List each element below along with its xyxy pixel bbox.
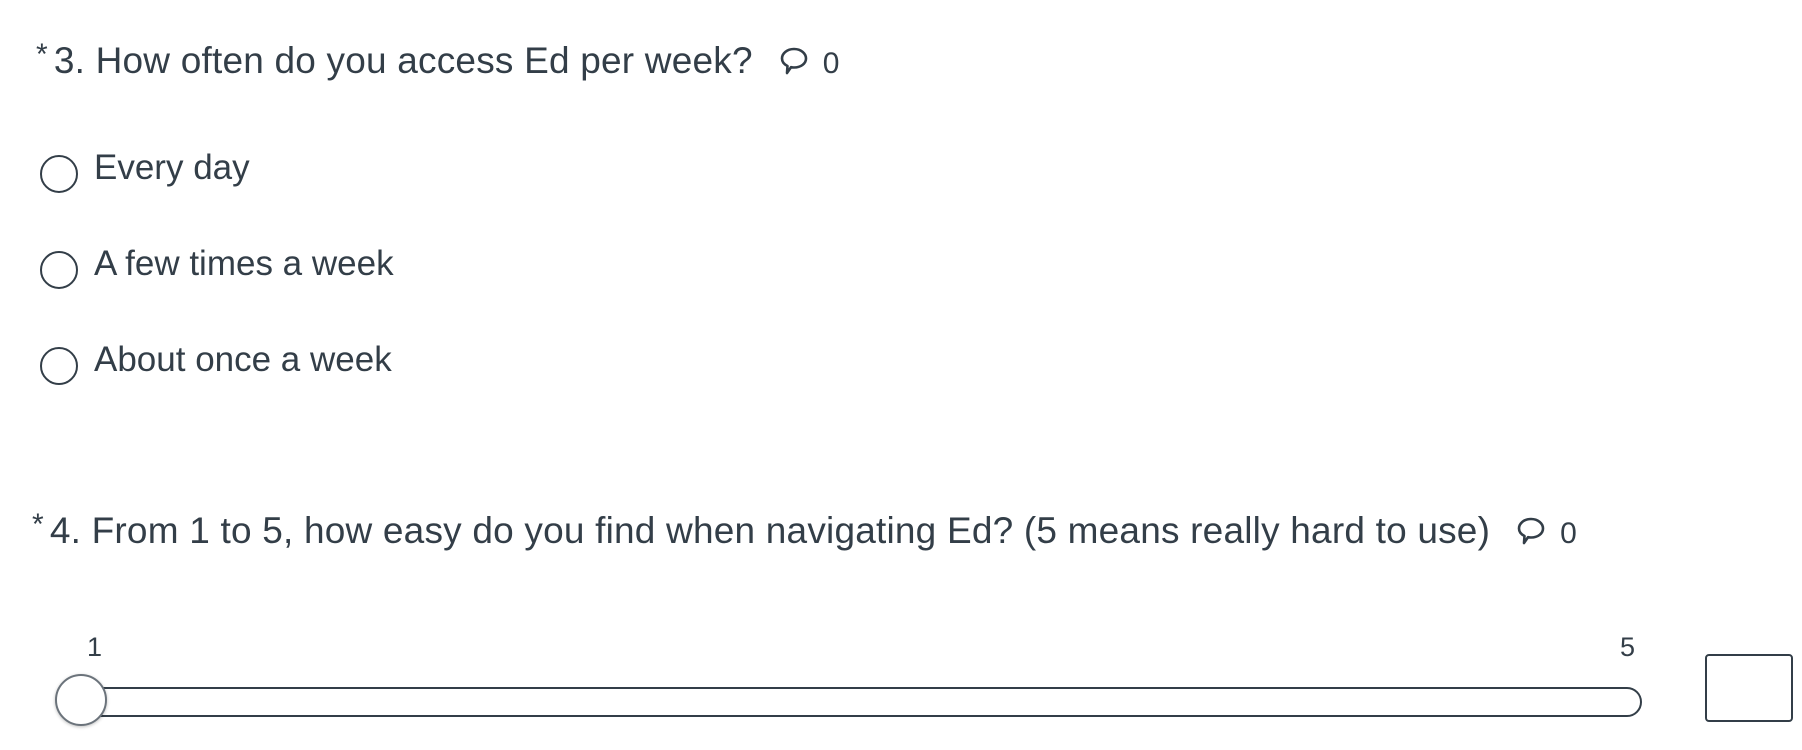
slider-max-label: 5 — [1620, 632, 1636, 662]
question-3-title-row: * 3. How often do you access Ed per week… — [36, 36, 840, 86]
radio-button[interactable] — [40, 251, 78, 289]
slider-min-label: 1 — [87, 632, 103, 662]
option-about-once-a-week[interactable]: About once a week — [40, 340, 392, 385]
speech-bubble-icon — [780, 47, 808, 75]
question-4-comments-button[interactable]: 0 — [1516, 514, 1578, 550]
slider-track[interactable] — [80, 687, 1642, 717]
radio-button[interactable] — [40, 347, 78, 385]
question-3-comment-count: 0 — [822, 47, 840, 80]
radio-button[interactable] — [40, 155, 78, 193]
required-marker: * — [36, 38, 48, 71]
option-label: About once a week — [94, 340, 392, 379]
option-label: Every day — [94, 148, 250, 187]
slider-value-input[interactable] — [1705, 654, 1793, 722]
option-every-day[interactable]: Every day — [40, 148, 250, 193]
question-4-comment-count: 0 — [1560, 517, 1578, 550]
option-a-few-times-a-week[interactable]: A few times a week — [40, 244, 394, 289]
question-3-title: 3. How often do you access Ed per week? — [53, 40, 753, 81]
slider-thumb[interactable] — [55, 674, 107, 726]
option-label: A few times a week — [94, 244, 394, 283]
question-4-slider: 1 5 — [0, 620, 1802, 750]
required-marker: * — [32, 508, 44, 541]
question-4-title: 4. From 1 to 5, how easy do you find whe… — [49, 510, 1491, 551]
question-3-comments-button[interactable]: 0 — [779, 44, 840, 80]
question-4-title-row: * 4. From 1 to 5, how easy do you find w… — [32, 506, 1577, 556]
speech-bubble-icon — [1517, 517, 1545, 545]
